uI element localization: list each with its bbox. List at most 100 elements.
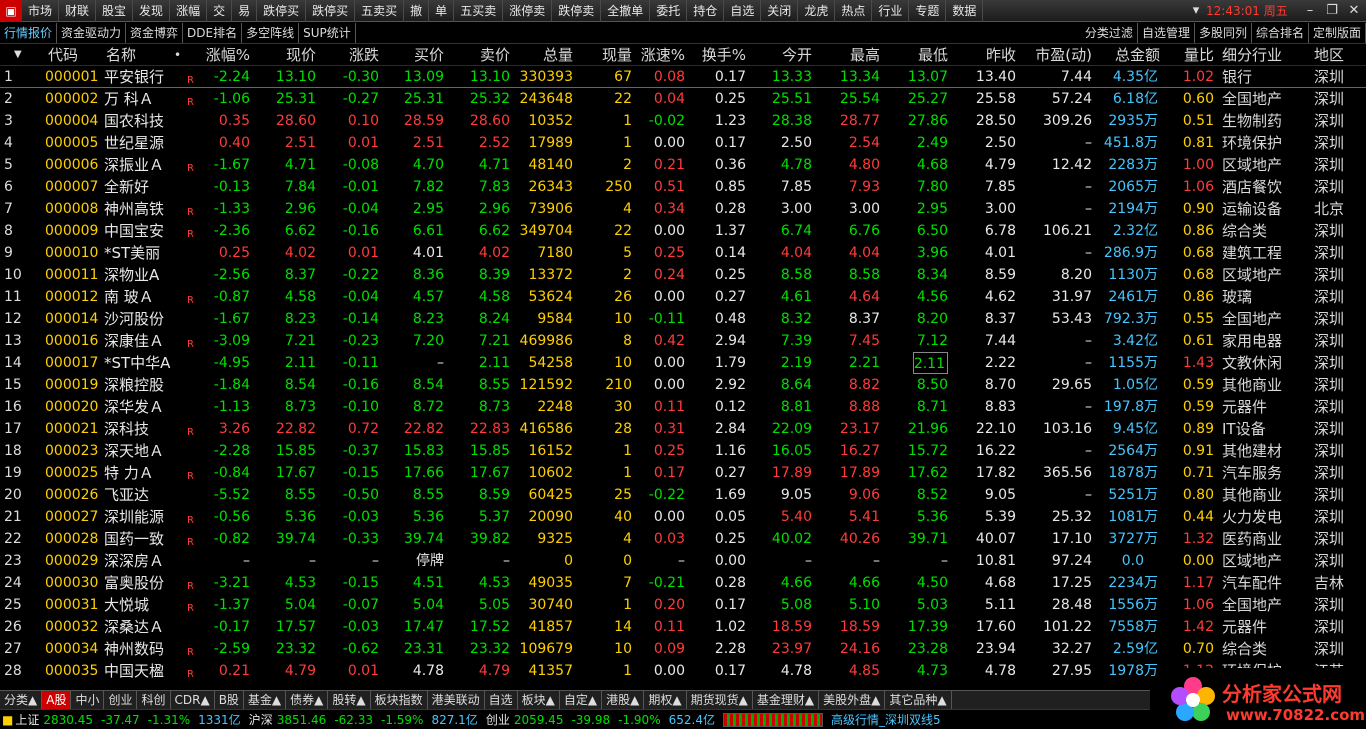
tab-item[interactable]: 资金驱动力 [57,23,127,43]
cell-name[interactable]: 国药一致 [104,528,164,550]
bottom-tab[interactable]: 期权▲ [644,691,687,709]
cell-name[interactable]: 深桑达Ａ [104,616,164,638]
col-high[interactable]: 最高 [850,44,880,66]
tab-item[interactable]: SUP统计 [299,23,356,43]
menu-item[interactable]: 交 [207,0,233,22]
cell-name[interactable]: 神州数码 [104,638,164,660]
cell-name[interactable]: 飞亚达 [104,484,149,506]
right-tab-item[interactable]: 自选管理 [1138,23,1195,43]
menu-item[interactable]: 跌停卖 [552,0,602,22]
right-tab-item[interactable]: 综合排名 [1252,23,1309,43]
table-row[interactable]: 21 000027 深圳能源 R -0.56 5.36 -0.03 5.36 5.37 20090… [0,506,1366,528]
bottom-tab[interactable]: 科创 [137,691,171,709]
tab-item[interactable]: 行情报价 [0,23,58,43]
table-row[interactable]: 17 000021 深科技 R 3.26 22.82 0.72 22.82 22.83 41658… [0,418,1366,440]
menu-item[interactable]: 龙虎 [798,0,836,22]
cell-name[interactable]: 全新好 [104,176,149,198]
sh-label[interactable]: 上证 [15,711,39,728]
cell-code[interactable]: 000023 [45,440,98,462]
menu-item[interactable]: 涨停卖 [503,0,553,22]
col-ask[interactable]: 卖价 [480,44,510,66]
cell-name[interactable]: 大悦城 [104,594,149,616]
table-row[interactable]: 22 000028 国药一致 R -0.82 39.74 -0.33 39.74 39.82 93… [0,528,1366,550]
bottom-tab[interactable]: 板块▲ [518,691,560,709]
col-volume[interactable]: 总量 [543,44,573,66]
col-price[interactable]: 现价 [286,44,316,66]
cell-code[interactable]: 000026 [45,484,98,506]
bottom-tab[interactable]: 港股▲ [602,691,645,709]
menu-item[interactable]: 易 [232,0,258,22]
table-row[interactable]: 7 000008 神州高铁 R -1.33 2.96 -0.04 2.95 2.96 73906 4… [0,198,1366,220]
col-speed[interactable]: 涨速% [641,44,685,66]
cell-code[interactable]: 000005 [45,132,98,154]
col-low[interactable]: 最低 [918,44,948,66]
menu-item[interactable]: 市场 [22,0,60,22]
cell-code[interactable]: 000029 [45,550,98,572]
cell-code[interactable]: 000027 [45,506,98,528]
bottom-tab[interactable]: 自定▲ [560,691,603,709]
table-row[interactable]: 4 000005 世纪星源 0.40 2.51 0.01 2.51 2.52 17989 1 0.0… [0,132,1366,154]
cell-name[interactable]: *ST美丽 [104,242,160,264]
cell-code[interactable]: 000016 [45,330,98,352]
cell-code[interactable]: 000017 [45,352,98,374]
table-row[interactable]: 19 000025 特 力Ａ R -0.84 17.67 -0.15 17.66 17.67 10… [0,462,1366,484]
bottom-tab[interactable]: 基金▲ [244,691,287,709]
menu-item[interactable]: 五买卖 [454,0,504,22]
table-row[interactable]: 18 000023 深天地Ａ -2.28 15.85 -0.37 15.83 15.85 161… [0,440,1366,462]
cell-code[interactable]: 000019 [45,374,98,396]
col-vol-ratio[interactable]: 量比 [1184,44,1214,66]
menu-item[interactable]: 委托 [650,0,688,22]
cell-name[interactable]: 万 科Ａ [104,88,154,110]
table-row[interactable]: 15 000019 深粮控股 -1.84 8.54 -0.16 8.54 8.55 121592… [0,374,1366,396]
right-tab-item[interactable]: 多股同列 [1195,23,1252,43]
bottom-tab[interactable]: B股 [215,691,244,709]
table-row[interactable]: 14 000017 *ST中华A -4.95 2.11 -0.11 – 2.11 54258 10… [0,352,1366,374]
menu-item[interactable]: 自选 [724,0,762,22]
table-row[interactable]: 11 000012 南 玻Ａ R -0.87 4.58 -0.04 4.57 4.58 53624… [0,286,1366,308]
menu-item[interactable]: 数据 [946,0,984,22]
tab-item[interactable]: DDE排名 [183,23,243,43]
cell-name[interactable]: *ST中华A [104,352,170,374]
bottom-tab[interactable]: 债券▲ [286,691,329,709]
cell-code[interactable]: 000021 [45,418,98,440]
table-row[interactable]: 26 000032 深桑达Ａ -0.17 17.57 -0.03 17.47 17.52 418… [0,616,1366,638]
menu-item[interactable]: 发现 [133,0,171,22]
table-row[interactable]: 20 000026 飞亚达 -5.52 8.55 -0.50 8.55 8.59 60425 25… [0,484,1366,506]
app-logo-icon[interactable]: ▣ [0,0,22,22]
table-row[interactable]: 16 000020 深华发Ａ -1.13 8.73 -0.10 8.72 8.73 2248 30… [0,396,1366,418]
bottom-tab[interactable]: 中小 [71,691,105,709]
menu-item[interactable]: 热点 [835,0,873,22]
cell-code[interactable]: 000002 [45,88,98,110]
cell-name[interactable]: 深华发Ａ [104,396,164,418]
feed-label[interactable]: 高级行情_深圳双线5 [831,711,941,728]
menu-item[interactable]: 行业 [872,0,910,22]
cell-name[interactable]: 富奥股份 [104,572,164,594]
bottom-tab[interactable]: 自选 [485,691,518,709]
col-change-pct[interactable]: 涨幅% [206,44,250,66]
table-row[interactable]: 24 000030 富奥股份 R -3.21 4.53 -0.15 4.51 4.53 49035… [0,572,1366,594]
cell-code[interactable]: 000008 [45,198,98,220]
menu-item[interactable]: 股宝 [96,0,134,22]
menu-item[interactable]: 涨幅 [170,0,208,22]
cell-name[interactable]: 深康佳Ａ [104,330,164,352]
col-code[interactable]: 代码 [48,44,78,66]
cell-name[interactable]: 深物业A [104,264,159,286]
menu-item[interactable]: 专题 [909,0,947,22]
col-cur-vol[interactable]: 现量 [602,44,632,66]
cell-code[interactable]: 000028 [45,528,98,550]
menu-item[interactable]: 单 [429,0,455,22]
table-row[interactable]: 3 000004 国农科技 0.35 28.60 0.10 28.59 28.60 10352 1… [0,110,1366,132]
maximize-icon[interactable]: ❐ [1324,3,1340,19]
cell-name[interactable]: 沙河股份 [104,308,164,330]
table-row[interactable]: 25 000031 大悦城 R -1.37 5.04 -0.07 5.04 5.05 30740 1… [0,594,1366,616]
cell-name[interactable]: 特 力Ａ [104,462,154,484]
menu-item[interactable]: 跌停买 [306,0,356,22]
cell-code[interactable]: 000007 [45,176,98,198]
bottom-tab[interactable]: CDR▲ [171,691,215,709]
cell-name[interactable]: 深科技 [104,418,149,440]
cell-code[interactable]: 000025 [45,462,98,484]
close-icon[interactable]: ✕ [1346,3,1362,19]
table-row[interactable]: 27 000034 神州数码 R -2.59 23.32 -0.62 23.31 23.32 10… [0,638,1366,660]
cell-code[interactable]: 000034 [45,638,98,660]
table-row[interactable]: 23 000029 深深房Ａ – – – 停牌 – 0 0 – 0.00 – – – 10.81 97.24 0.… [0,550,1366,572]
